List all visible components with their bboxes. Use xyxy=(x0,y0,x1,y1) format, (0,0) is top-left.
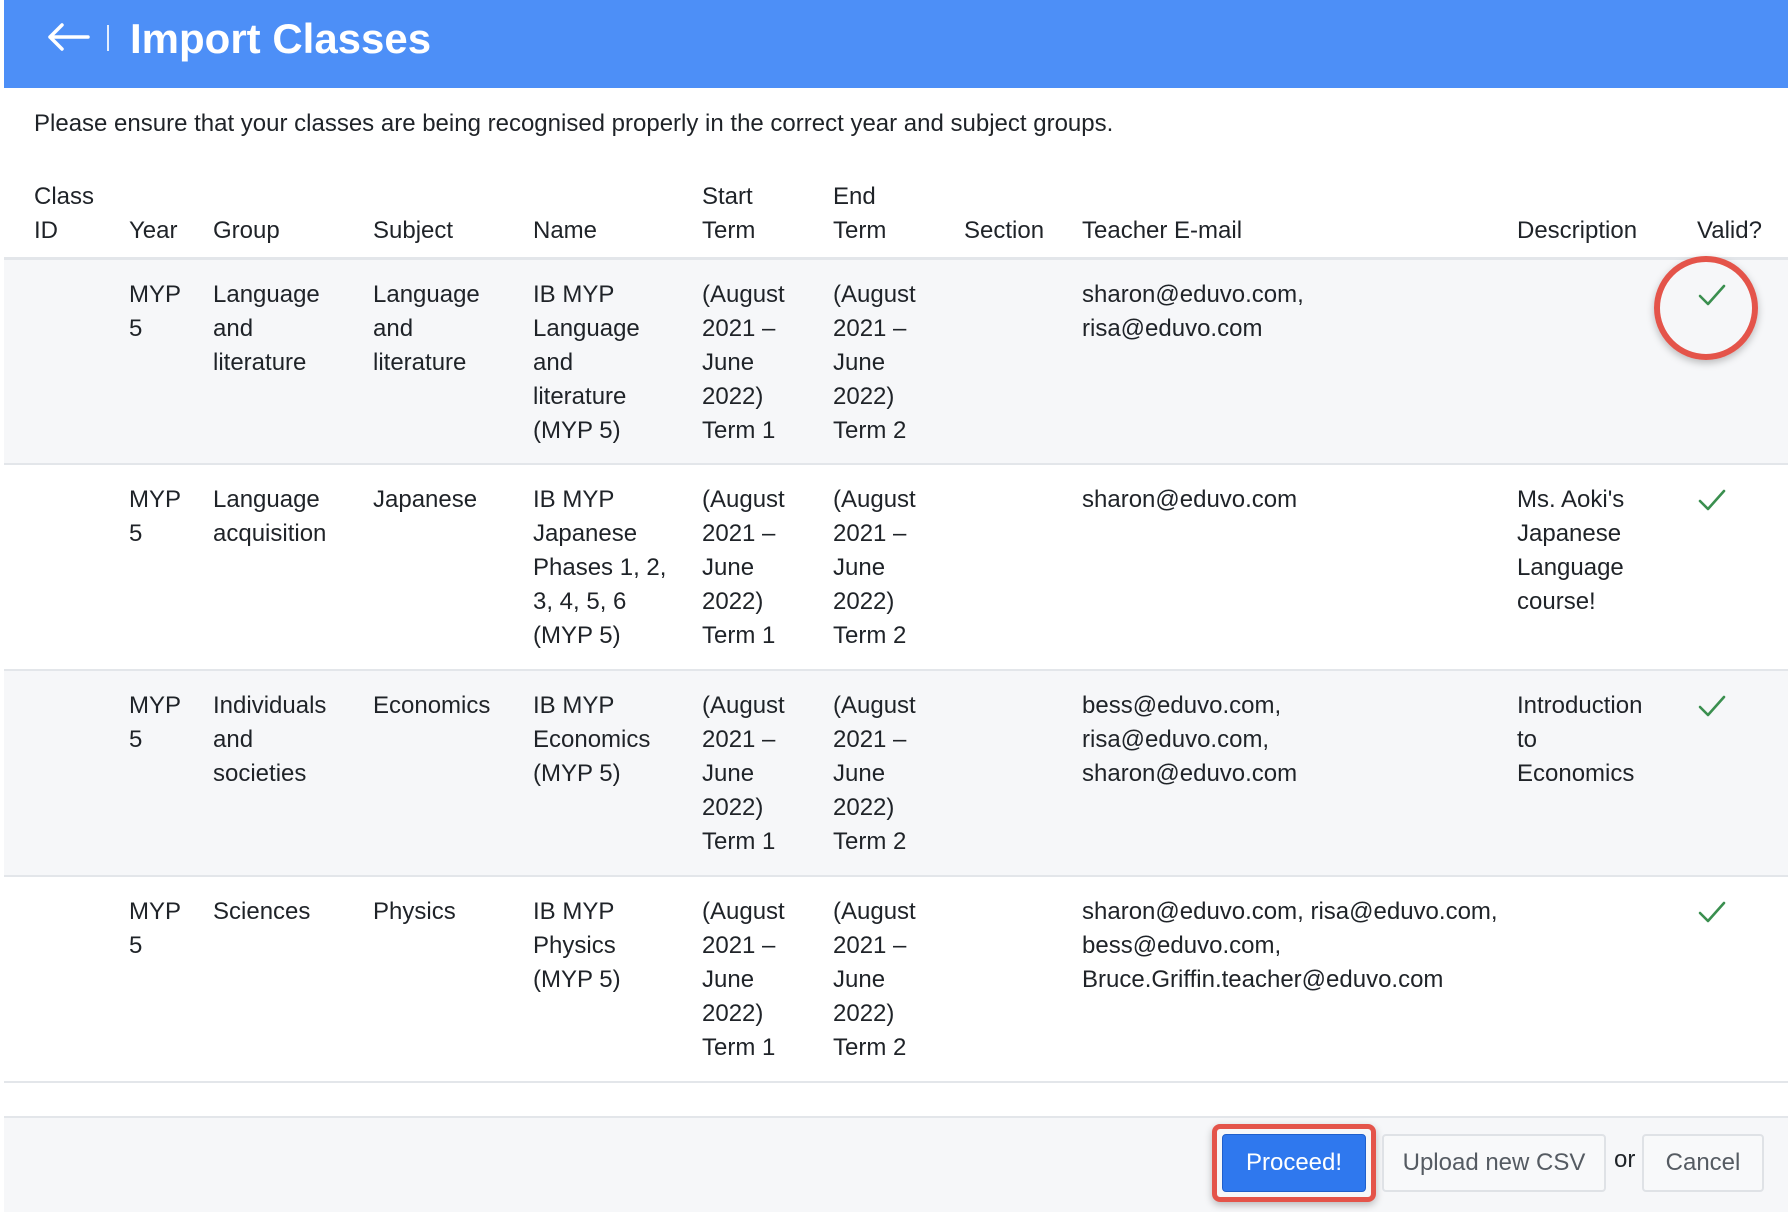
cell-description: Ms. Aoki's Japanese Language course! xyxy=(1517,486,1625,615)
cell-group: Individuals and societies xyxy=(213,692,327,787)
cell-name: IB MYP Physics (MYP 5) xyxy=(533,898,621,993)
cell-description: Introduction to Economics xyxy=(1517,692,1643,787)
cancel-button[interactable]: Cancel xyxy=(1642,1134,1764,1192)
check-icon xyxy=(1698,489,1726,511)
cell-subject: Language and literature xyxy=(373,281,480,376)
cell-end-term: (August 2021 – June 2022) Term 2 xyxy=(833,692,916,855)
cell-teacher-email: bess@eduvo.com, risa@eduvo.com, sharon@e… xyxy=(1082,692,1298,787)
cell-year: MYP 5 xyxy=(129,898,181,959)
cell-end-term: (August 2021 – June 2022) Term 2 xyxy=(833,281,916,444)
check-icon xyxy=(1698,901,1726,923)
cell-group: Language acquisition xyxy=(213,486,327,547)
cell-start-term: (August 2021 – June 2022) Term 1 xyxy=(702,898,785,1061)
cell-name: IB MYP Economics (MYP 5) xyxy=(533,692,651,787)
intro-text: Please ensure that your classes are bein… xyxy=(34,110,1114,137)
cell-end-term: (August 2021 – June 2022) Term 2 xyxy=(833,486,916,649)
classes-table: Class ID Year Group Subject Name Start T… xyxy=(4,166,1788,1083)
table-row: MYP 5 Language and literature Language a… xyxy=(4,260,1788,465)
header-divider xyxy=(107,25,109,51)
cell-year: MYP 5 xyxy=(129,692,181,753)
column-header-end-term: End Term xyxy=(833,183,887,244)
page-header: Import Classes xyxy=(4,0,1788,88)
check-icon xyxy=(1698,284,1726,306)
cell-teacher-email: sharon@eduvo.com, risa@eduvo.com xyxy=(1082,281,1304,342)
cell-subject: Economics xyxy=(373,692,491,719)
cell-name: IB MYP Japanese Phases 1, 2, 3, 4, 5, 6 … xyxy=(533,486,667,649)
column-header-description: Description xyxy=(1517,217,1638,244)
column-header-section: Section xyxy=(964,217,1045,244)
table-row: MYP 5 Sciences Physics IB MYP Physics (M… xyxy=(4,877,1788,1083)
cell-group: Language and literature xyxy=(213,281,320,376)
arrow-left-icon xyxy=(48,23,90,51)
check-icon xyxy=(1698,695,1726,717)
proceed-button[interactable]: Proceed! xyxy=(1222,1134,1366,1192)
cell-teacher-email: sharon@eduvo.com xyxy=(1082,486,1298,513)
cell-name: IB MYP Language and literature (MYP 5) xyxy=(533,281,640,444)
column-header-start-term: Start Term xyxy=(702,183,756,244)
or-separator: or xyxy=(1614,1146,1636,1173)
column-header-year: Year xyxy=(129,217,178,244)
table-row: MYP 5 Individuals and societies Economic… xyxy=(4,671,1788,877)
table-row: MYP 5 Language acquisition Japanese IB M… xyxy=(4,465,1788,671)
column-header-subject: Subject xyxy=(373,217,454,244)
cell-year: MYP 5 xyxy=(129,486,181,547)
table-header: Class ID Year Group Subject Name Start T… xyxy=(4,166,1788,260)
column-header-class-id: Class ID xyxy=(34,183,95,244)
cell-start-term: (August 2021 – June 2022) Term 1 xyxy=(702,281,785,444)
cell-subject: Physics xyxy=(373,898,456,925)
cell-teacher-email: sharon@eduvo.com, risa@eduvo.com, bess@e… xyxy=(1082,898,1498,993)
back-button[interactable] xyxy=(42,16,94,58)
cell-start-term: (August 2021 – June 2022) Term 1 xyxy=(702,692,785,855)
upload-new-csv-button[interactable]: Upload new CSV xyxy=(1382,1134,1606,1192)
column-header-name: Name xyxy=(533,217,598,244)
column-header-teacher-email: Teacher E-mail xyxy=(1082,217,1243,244)
cell-end-term: (August 2021 – June 2022) Term 2 xyxy=(833,898,916,1061)
column-header-group: Group xyxy=(213,217,280,244)
cell-group: Sciences xyxy=(213,898,311,925)
page-title: Import Classes xyxy=(130,15,432,62)
cell-subject: Japanese xyxy=(373,486,478,513)
column-header-valid: Valid? xyxy=(1697,217,1762,244)
cell-year: MYP 5 xyxy=(129,281,181,342)
cell-start-term: (August 2021 – June 2022) Term 1 xyxy=(702,486,785,649)
